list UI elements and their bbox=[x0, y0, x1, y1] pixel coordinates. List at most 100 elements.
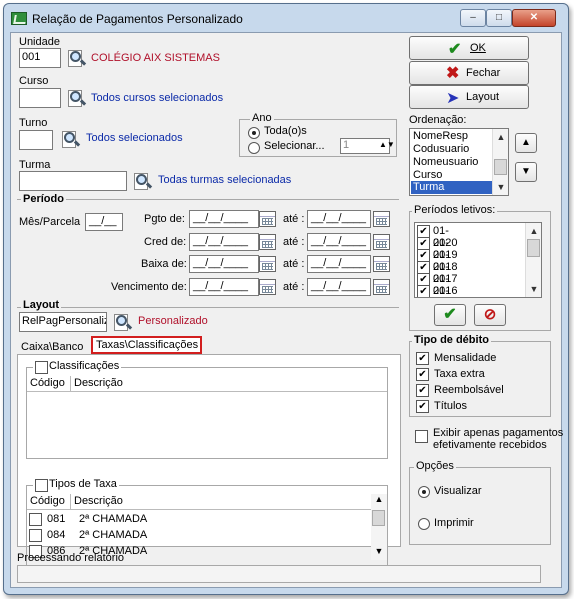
vencimento-to-input[interactable]: __/__/____ bbox=[307, 278, 371, 296]
exibir-checkbox[interactable] bbox=[415, 430, 428, 443]
vencimento-label: Vencimento de: bbox=[111, 281, 187, 293]
tipos-taxa-checkbox[interactable] bbox=[35, 479, 48, 492]
visualizar-radio[interactable] bbox=[418, 486, 430, 498]
turno-lookup-button[interactable] bbox=[61, 130, 81, 150]
scroll-thumb[interactable] bbox=[494, 159, 507, 175]
close-button[interactable]: ✕ bbox=[512, 9, 556, 27]
imprimir-radio[interactable] bbox=[418, 518, 430, 530]
vencimento-from-input[interactable]: __/__/____ bbox=[189, 278, 259, 296]
baixa-from-input[interactable]: __/__/____ bbox=[189, 255, 259, 273]
scroll-down-icon[interactable]: ▼ bbox=[526, 281, 541, 297]
cred-from-input[interactable]: __/__/____ bbox=[189, 233, 259, 251]
titulos-label: Títulos bbox=[434, 400, 468, 412]
scroll-thumb[interactable] bbox=[372, 510, 385, 526]
spin-icon[interactable]: ▲▼ bbox=[379, 140, 395, 149]
layout-button[interactable]: ➤ Layout bbox=[409, 85, 529, 109]
col-codigo[interactable]: Código bbox=[27, 376, 71, 392]
move-up-button[interactable]: ▲ bbox=[515, 133, 537, 153]
imprimir-label: Imprimir bbox=[434, 517, 474, 529]
ok-label: OK bbox=[470, 42, 486, 54]
maximize-button[interactable]: □ bbox=[486, 9, 512, 27]
calendar-icon[interactable] bbox=[373, 256, 390, 272]
mes-parcela-input[interactable]: __/__ bbox=[85, 213, 123, 231]
reembolsavel-checkbox[interactable]: ✔ bbox=[416, 384, 429, 397]
table-row[interactable]: 081 2ª CHAMADA bbox=[29, 513, 147, 529]
turma-lookup-button[interactable] bbox=[133, 172, 153, 192]
pgto-to-input[interactable]: __/__/____ bbox=[307, 210, 371, 228]
unidade-label: Unidade bbox=[19, 36, 60, 48]
calendar-icon[interactable] bbox=[259, 234, 276, 250]
ano-radio-select[interactable] bbox=[248, 142, 260, 154]
calendar-icon[interactable] bbox=[259, 256, 276, 272]
unidade-lookup-button[interactable] bbox=[67, 49, 87, 69]
clear-periods-button[interactable]: ⊘ bbox=[474, 304, 506, 326]
exibir-label-line2: efetivamente recebidos bbox=[433, 439, 547, 451]
list-item[interactable]: Nomeusuario bbox=[413, 156, 478, 168]
cred-to-input[interactable]: __/__/____ bbox=[307, 233, 371, 251]
table-row[interactable]: 084 2ª CHAMADA bbox=[29, 529, 147, 545]
curso-lookup-button[interactable] bbox=[67, 89, 87, 109]
pgto-from-input[interactable]: __/__/____ bbox=[189, 210, 259, 228]
move-down-button[interactable]: ▼ bbox=[515, 162, 537, 182]
confirm-periods-button[interactable]: ✔ bbox=[434, 304, 466, 326]
row-checkbox[interactable] bbox=[29, 529, 42, 542]
curso-input[interactable] bbox=[19, 88, 61, 108]
scroll-up-icon[interactable]: ▲ bbox=[493, 129, 508, 145]
layout-description: Personalizado bbox=[138, 315, 208, 327]
scroll-up-icon[interactable]: ▲ bbox=[371, 494, 387, 508]
list-item[interactable]: ✔01-2015 bbox=[417, 285, 449, 297]
ordenacao-scrollbar[interactable]: ▲ ▼ bbox=[492, 129, 508, 195]
ok-button[interactable]: ✔ OK bbox=[409, 36, 529, 60]
periodos-list[interactable]: ✔ 01-2020 ✔ 01-2019 ✔ 01-2018 ✔ 01-2017 ✔ 01-… bbox=[414, 222, 542, 298]
calendar-icon[interactable] bbox=[373, 279, 390, 295]
baixa-to-input[interactable]: __/__/____ bbox=[307, 255, 371, 273]
exibir-label-line1: Exibir apenas pagamentos bbox=[433, 427, 564, 439]
mensalidade-label: Mensalidade bbox=[434, 352, 497, 364]
ordenacao-label: Ordenação: bbox=[409, 114, 467, 126]
calendar-icon[interactable] bbox=[259, 279, 276, 295]
turno-input[interactable] bbox=[19, 130, 53, 150]
list-item[interactable]: Curso bbox=[413, 169, 442, 181]
minimize-button[interactable]: – bbox=[460, 9, 486, 27]
col-codigo[interactable]: Código bbox=[27, 494, 71, 510]
ordenacao-list[interactable]: NomeResp Codusuario Nomeusuario Curso Tu… bbox=[409, 128, 509, 196]
tab-caixa-banco[interactable]: Caixa\Banco bbox=[21, 341, 83, 353]
scroll-up-icon[interactable]: ▲ bbox=[526, 223, 541, 239]
tab-taxas-classificacoes[interactable]: Taxas\Classificações bbox=[91, 336, 202, 354]
mensalidade-checkbox[interactable]: ✔ bbox=[416, 352, 429, 365]
ano-option-all-label: Toda(o)s bbox=[264, 125, 307, 137]
cred-label: Cred de: bbox=[144, 236, 187, 248]
list-item[interactable]: NomeResp bbox=[413, 130, 468, 142]
scroll-thumb[interactable] bbox=[527, 239, 540, 257]
col-descricao[interactable]: Descrição bbox=[71, 376, 387, 392]
scroll-down-icon[interactable]: ▼ bbox=[371, 546, 387, 560]
list-item[interactable]: Codusuario bbox=[413, 143, 469, 155]
list-item-selected[interactable]: Turma bbox=[411, 181, 493, 194]
turma-input[interactable] bbox=[19, 171, 127, 191]
checkbox-checked[interactable]: ✔ bbox=[417, 285, 430, 297]
ano-radio-all[interactable] bbox=[248, 127, 260, 139]
scroll-down-icon[interactable]: ▼ bbox=[493, 179, 508, 195]
layout-input[interactable]: RelPagPersonaliz bbox=[19, 312, 107, 332]
calendar-icon[interactable] bbox=[373, 211, 390, 227]
status-text: Processando relatório bbox=[17, 552, 125, 564]
row-checkbox[interactable] bbox=[29, 513, 42, 526]
col-descricao[interactable]: Descrição bbox=[71, 494, 371, 510]
unidade-input[interactable]: 001 bbox=[19, 48, 61, 68]
opcoes-title: Opções bbox=[414, 460, 456, 472]
ano-group: Ano Toda(o)s Selecionar... 1 ▲▼ bbox=[239, 112, 397, 157]
periodos-scrollbar[interactable]: ▲ ▼ bbox=[525, 223, 541, 297]
calendar-icon[interactable] bbox=[373, 234, 390, 250]
layout-lookup-button[interactable] bbox=[113, 313, 133, 333]
taxa-extra-checkbox[interactable]: ✔ bbox=[416, 368, 429, 381]
classificacoes-checkbox[interactable] bbox=[35, 361, 48, 374]
tab-taxas-classificacoes-label: Taxas\Classificações bbox=[96, 339, 199, 351]
classificacoes-group: Classificações Código Descrição bbox=[26, 360, 388, 459]
calendar-icon[interactable] bbox=[259, 211, 276, 227]
fechar-button[interactable]: ✖ Fechar bbox=[409, 61, 529, 85]
check-icon: ✔ bbox=[443, 306, 457, 323]
opcoes-group: Opções Visualizar Imprimir bbox=[409, 460, 551, 545]
progress-bar bbox=[17, 565, 541, 583]
tipos-taxa-scrollbar[interactable]: ▲ ▼ bbox=[371, 494, 387, 560]
titulos-checkbox[interactable]: ✔ bbox=[416, 400, 429, 413]
